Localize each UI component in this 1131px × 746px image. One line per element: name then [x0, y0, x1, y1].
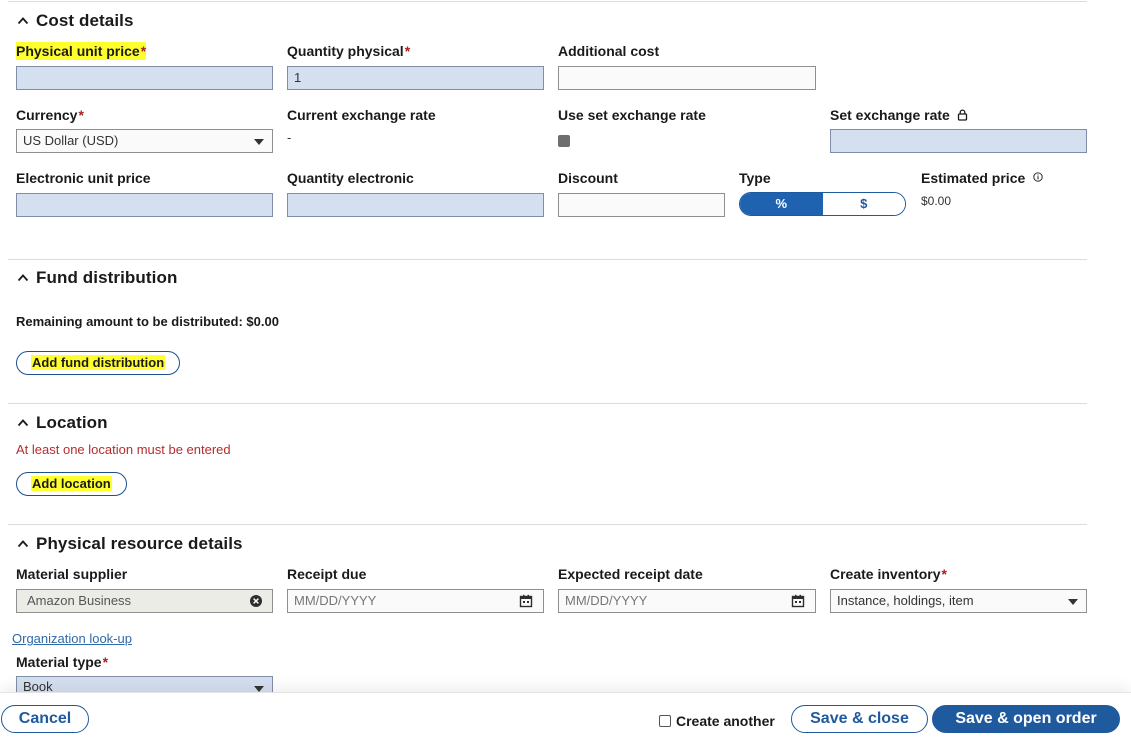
material-supplier-input[interactable]: Amazon Business [16, 589, 273, 613]
section-divider [8, 524, 1087, 525]
type-option-dollar[interactable]: $ [822, 193, 905, 215]
estimated-price-value: $0.00 [921, 194, 952, 208]
material-type-select[interactable]: Book [16, 676, 273, 692]
section-title: Location [36, 413, 108, 432]
receipt-due-input[interactable]: MM/DD/YYYY [287, 589, 544, 613]
chevron-up-icon [16, 537, 30, 551]
footer-bar: Cancel Create another Save & close Save … [0, 692, 1131, 746]
currency-label: Currency* [16, 107, 84, 123]
expected-receipt-date-placeholder: MM/DD/YYYY [565, 593, 648, 608]
remaining-amount-text: Remaining amount to be distributed: $0.0… [16, 314, 279, 329]
physical-unit-price-input[interactable] [16, 66, 273, 90]
material-type-label: Material type* [16, 654, 109, 670]
material-supplier-label: Material supplier [16, 566, 128, 582]
receipt-due-label: Receipt due [287, 566, 367, 582]
lock-icon [957, 109, 967, 121]
cancel-button[interactable]: Cancel [1, 705, 89, 733]
discount-type-toggle[interactable]: % $ [739, 192, 906, 216]
electronic-unit-price-input[interactable] [16, 193, 273, 217]
section-divider [8, 403, 1087, 404]
material-type-value: Book [23, 679, 53, 692]
clear-icon[interactable] [249, 594, 263, 608]
save-open-order-button[interactable]: Save & open order [932, 705, 1120, 733]
section-divider [8, 1, 1087, 2]
calendar-icon[interactable] [791, 594, 805, 608]
chevron-up-icon [16, 14, 30, 28]
expected-receipt-date-input[interactable]: MM/DD/YYYY [558, 589, 816, 613]
use-set-exchange-rate-checkbox[interactable] [558, 135, 570, 147]
currency-value: US Dollar (USD) [23, 133, 119, 148]
discount-input[interactable] [558, 193, 725, 217]
fund-distribution-header[interactable]: Fund distribution [16, 267, 177, 289]
section-divider [8, 259, 1087, 260]
button-label: Add location [31, 476, 112, 491]
organization-lookup-link[interactable]: Organization look-up [12, 631, 132, 646]
current-exchange-rate-value: - [287, 130, 292, 145]
create-inventory-label: Create inventory* [830, 566, 947, 582]
set-exchange-rate-label: Set exchange rate [830, 106, 968, 124]
order-line-form: Cost details Physical unit price* Quanti… [0, 0, 1131, 692]
chevron-up-icon [16, 416, 30, 430]
add-fund-distribution-button[interactable]: Add fund distribution [16, 351, 181, 375]
current-exchange-rate-label: Current exchange rate [287, 107, 436, 123]
expected-receipt-date-label: Expected receipt date [558, 566, 703, 582]
set-exchange-rate-input[interactable] [830, 129, 1087, 153]
create-another-option[interactable]: Create another [659, 713, 775, 729]
discount-label: Discount [558, 170, 618, 186]
create-another-label: Create another [676, 713, 775, 729]
location-header[interactable]: Location [16, 412, 108, 434]
quantity-physical-label: Quantity physical* [287, 43, 411, 59]
create-another-checkbox[interactable] [659, 715, 671, 727]
info-icon[interactable] [1033, 172, 1043, 182]
calendar-icon[interactable] [519, 594, 533, 608]
currency-select[interactable]: US Dollar (USD) [16, 129, 273, 153]
chevron-up-icon [16, 271, 30, 285]
receipt-due-placeholder: MM/DD/YYYY [294, 593, 377, 608]
button-label: Add fund distribution [31, 355, 166, 370]
use-set-exchange-rate-label: Use set exchange rate [558, 107, 706, 123]
save-close-button[interactable]: Save & close [791, 705, 928, 733]
section-title: Fund distribution [36, 268, 178, 287]
electronic-unit-price-label: Electronic unit price [16, 170, 151, 186]
dropdown-arrow-icon [1068, 599, 1078, 605]
estimated-price-label: Estimated price [921, 169, 1043, 187]
add-location-button[interactable]: Add location [16, 472, 127, 496]
dropdown-arrow-icon [254, 139, 264, 145]
section-title: Physical resource details [36, 534, 243, 553]
create-inventory-value: Instance, holdings, item [837, 593, 974, 608]
section-title: Cost details [36, 11, 134, 30]
type-label: Type [739, 170, 771, 186]
location-warning: At least one location must be entered [16, 442, 231, 457]
additional-cost-input[interactable] [558, 66, 816, 90]
physical-resource-header[interactable]: Physical resource details [16, 533, 243, 555]
quantity-electronic-input[interactable] [287, 193, 544, 217]
cost-details-header[interactable]: Cost details [16, 10, 134, 32]
material-supplier-value: Amazon Business [27, 593, 132, 608]
quantity-electronic-label: Quantity electronic [287, 170, 414, 186]
additional-cost-label: Additional cost [558, 43, 660, 59]
quantity-physical-input[interactable]: 1 [287, 66, 544, 90]
physical-unit-price-label: Physical unit price* [16, 42, 147, 60]
type-option-percent[interactable]: % [740, 193, 823, 215]
create-inventory-select[interactable]: Instance, holdings, item [830, 589, 1087, 613]
